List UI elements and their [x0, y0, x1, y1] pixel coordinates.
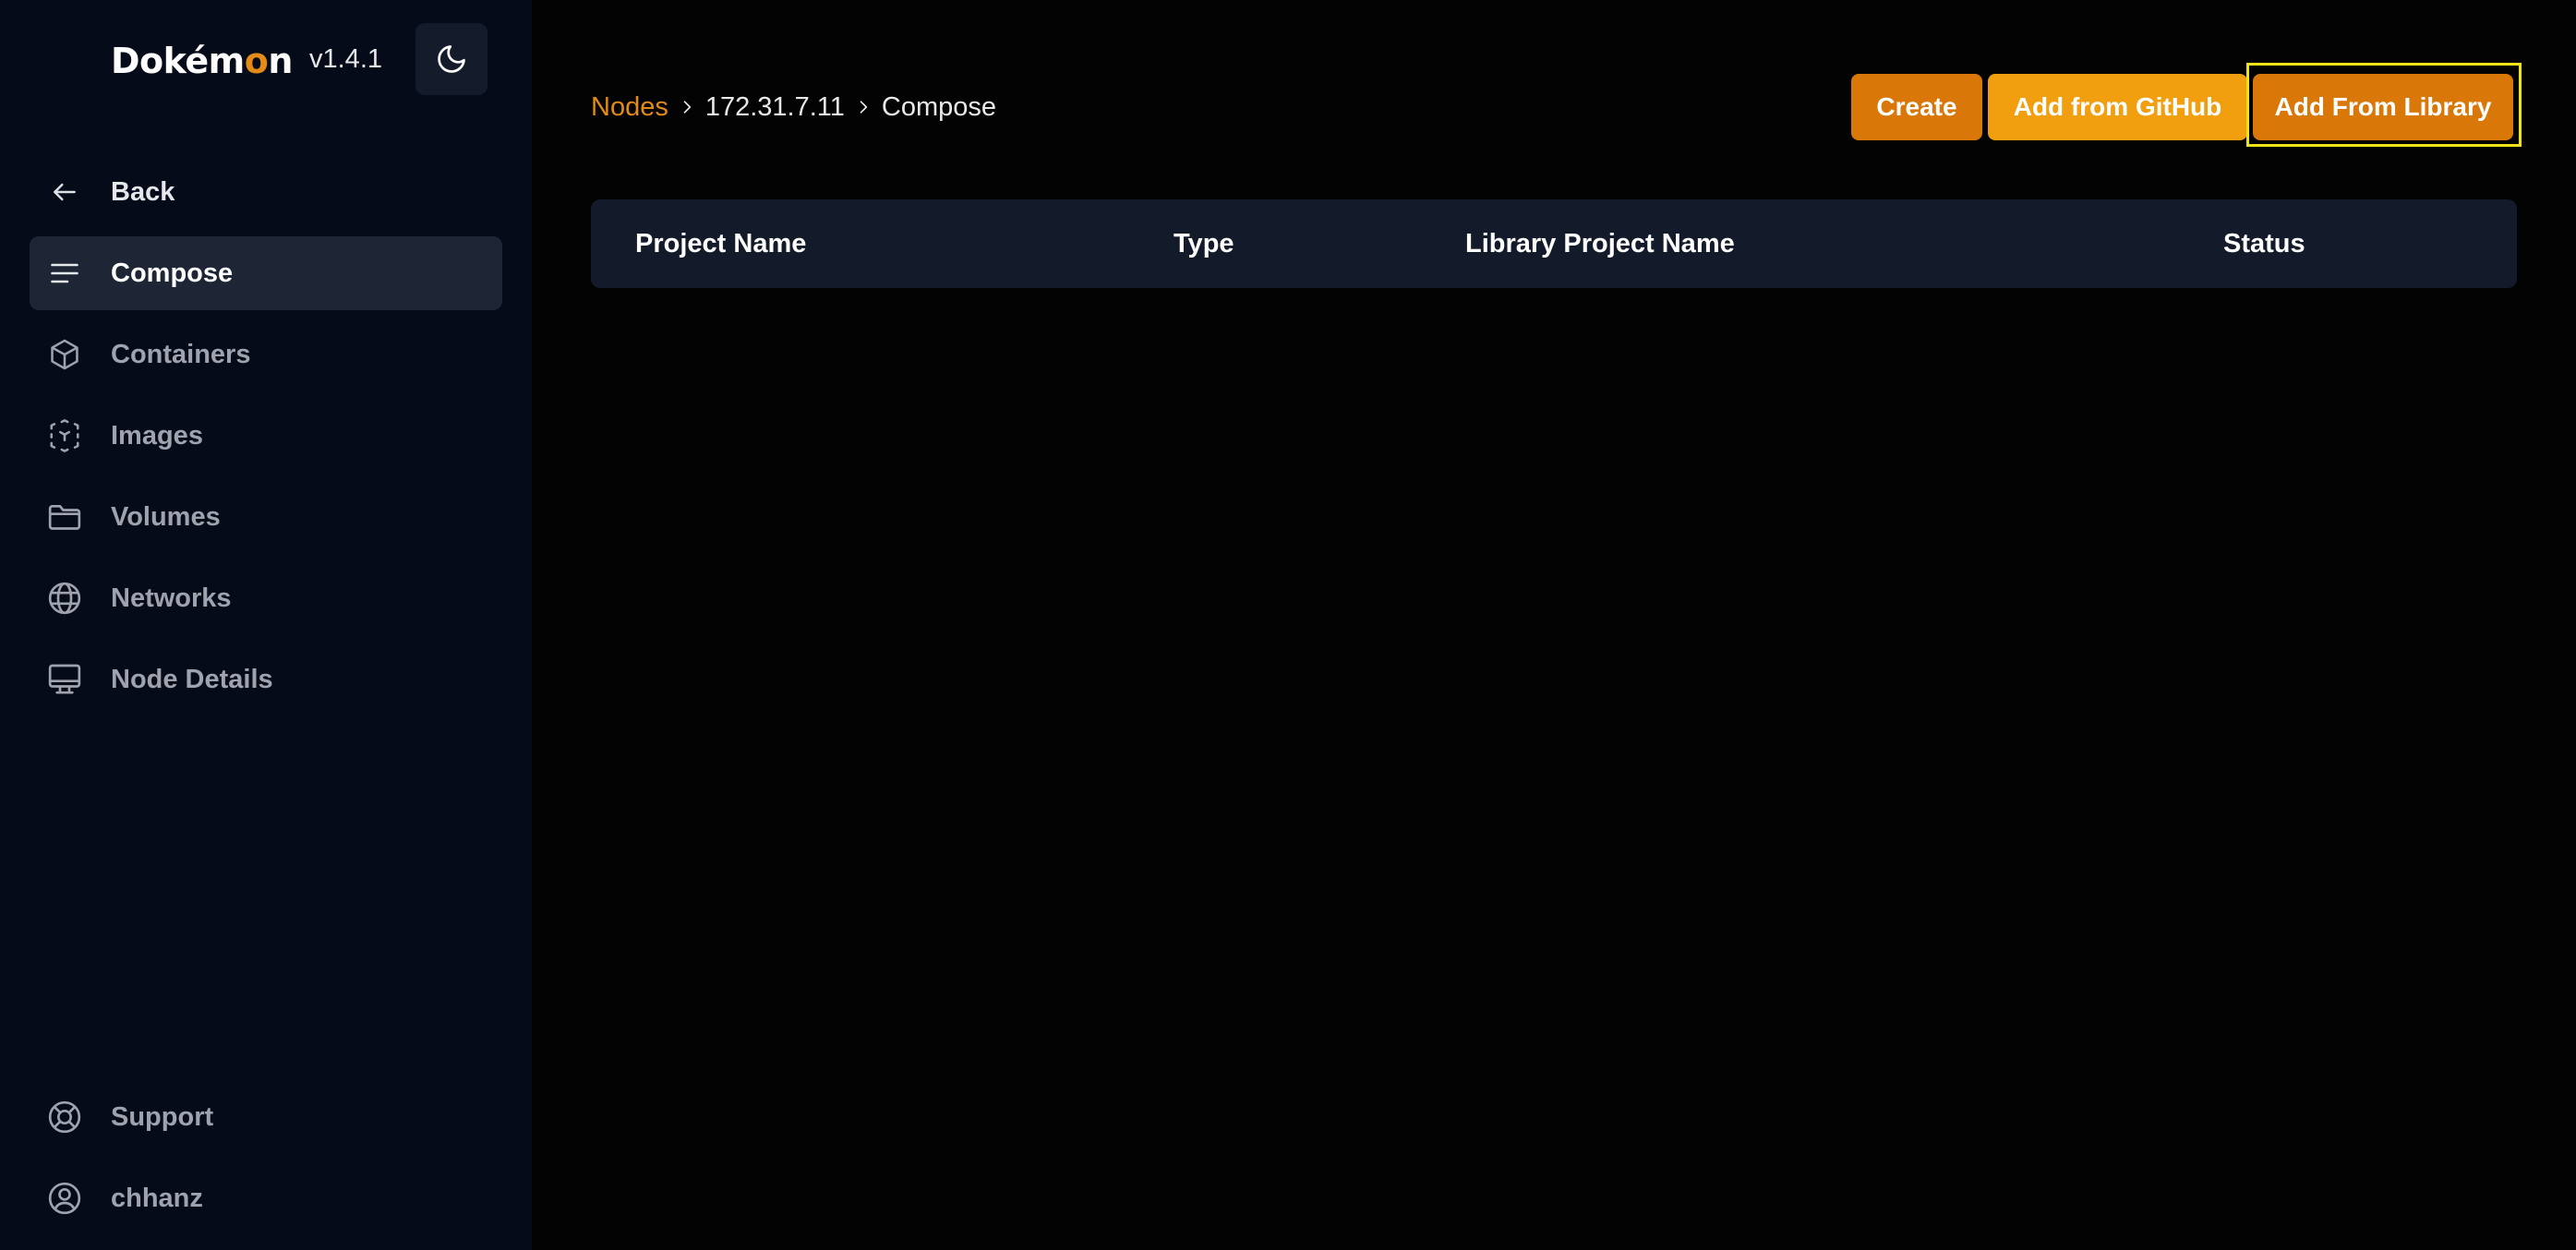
logo-text-post: n: [268, 41, 293, 81]
create-button[interactable]: Create: [1851, 74, 1982, 140]
monitor-icon: [46, 661, 83, 698]
sidebar-item-label: Networks: [111, 583, 232, 613]
breadcrumb-nodes-link[interactable]: Nodes: [591, 92, 668, 123]
sidebar: Dokémon v1.4.1 Back Compose Containers I…: [0, 0, 532, 1250]
app-root: Dokémon v1.4.1 Back Compose Containers I…: [0, 0, 2576, 1250]
breadcrumb: Nodes 172.31.7.11 Compose: [591, 89, 996, 126]
dashed-cube-icon: [46, 417, 83, 454]
add-from-github-button[interactable]: Add from GitHub: [1988, 74, 2247, 140]
arrow-left-icon: [46, 174, 83, 210]
cube-icon: [46, 336, 83, 373]
menu-lines-icon: [46, 255, 83, 292]
moon-icon: [438, 45, 465, 73]
chevron-right-icon: [668, 98, 705, 116]
theme-toggle-button[interactable]: [415, 23, 488, 95]
add-from-library-button[interactable]: Add From Library: [2253, 74, 2513, 140]
user-circle-icon: [46, 1180, 83, 1217]
sidebar-item-support[interactable]: Support: [30, 1080, 502, 1154]
sidebar-item-volumes[interactable]: Volumes: [30, 480, 502, 554]
app-version: v1.4.1: [309, 44, 382, 74]
sidebar-item-label: Support: [111, 1101, 214, 1132]
column-header-library-project-name[interactable]: Library Project Name: [1465, 199, 1735, 288]
chevron-right-icon: [845, 98, 882, 116]
user-profile[interactable]: chhanz: [30, 1161, 502, 1235]
sidebar-item-label: Containers: [111, 339, 251, 369]
column-header-project-name[interactable]: Project Name: [635, 199, 806, 288]
back-label: Back: [111, 176, 175, 207]
logo-text-pre: Dokém: [111, 41, 245, 81]
sidebar-item-networks[interactable]: Networks: [30, 561, 502, 635]
column-header-type[interactable]: Type: [1174, 199, 1234, 288]
logo-text-accent: o: [244, 41, 269, 81]
sidebar-item-containers[interactable]: Containers: [30, 318, 502, 391]
lifebuoy-icon: [46, 1099, 83, 1136]
sidebar-item-compose[interactable]: Compose: [30, 236, 502, 310]
compose-projects-table: Project Name Type Library Project Name S…: [591, 199, 2517, 288]
globe-icon: [46, 580, 83, 617]
app-logo: Dokémon: [111, 37, 293, 85]
sidebar-item-images[interactable]: Images: [30, 399, 502, 473]
breadcrumb-current: Compose: [881, 91, 996, 122]
column-header-status[interactable]: Status: [2223, 199, 2305, 288]
breadcrumb-node[interactable]: 172.31.7.11: [705, 92, 845, 123]
sidebar-item-label: Volumes: [111, 501, 221, 532]
user-name: chhanz: [111, 1183, 203, 1213]
main-content: Nodes 172.31.7.11 Compose Create Add fro…: [532, 0, 2576, 1250]
folder-icon: [46, 499, 83, 535]
sidebar-item-label: Node Details: [111, 664, 273, 694]
sidebar-item-node-details[interactable]: Node Details: [30, 643, 502, 716]
sidebar-item-label: Images: [111, 420, 203, 451]
sidebar-item-label: Compose: [111, 258, 234, 288]
back-link[interactable]: Back: [30, 155, 502, 229]
